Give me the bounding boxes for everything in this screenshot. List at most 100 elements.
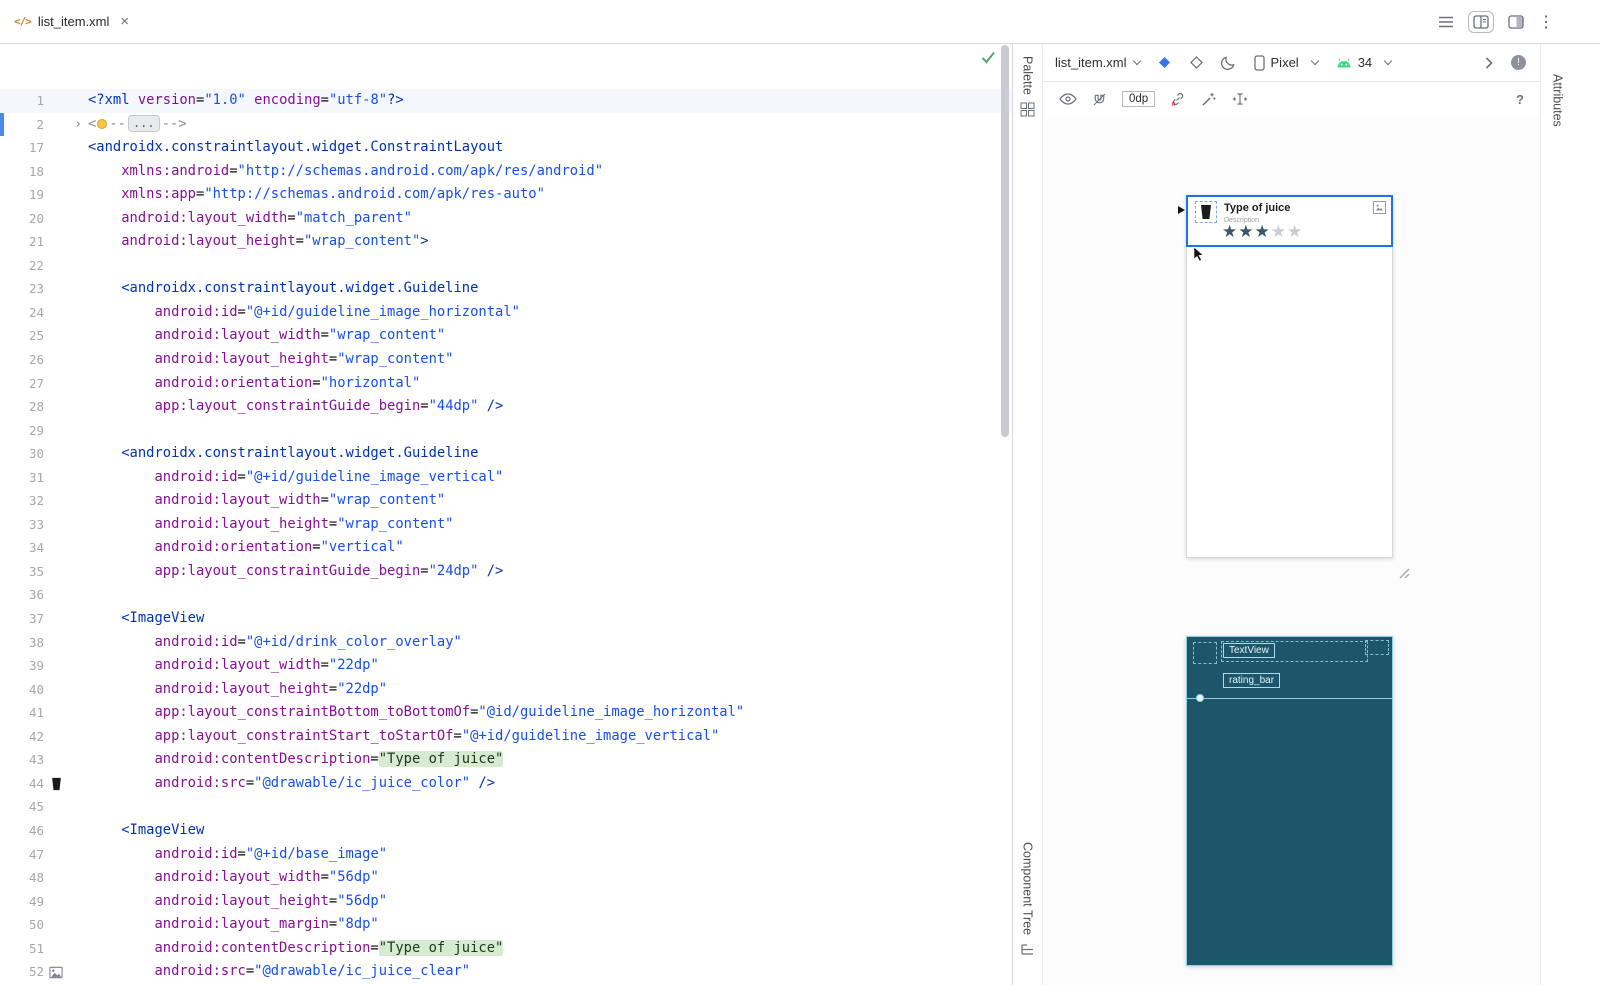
- code-line-49[interactable]: 49 android:layout_height="56dp": [0, 890, 1012, 914]
- code-line-38[interactable]: 38 android:id="@+id/drink_color_overlay": [0, 631, 1012, 655]
- device-selector[interactable]: Pixel: [1254, 55, 1318, 71]
- code-line-30[interactable]: 30 <androidx.constraintlayout.widget.Gui…: [0, 442, 1012, 466]
- design-surface-icon[interactable]: [1156, 54, 1173, 71]
- code-line-52[interactable]: 52 android:src="@drawable/ic_juice_clear…: [0, 960, 1012, 984]
- code-line-50[interactable]: 50 android:layout_margin="8dp": [0, 913, 1012, 937]
- image-preview-gutter-icon[interactable]: [44, 960, 68, 984]
- folded-region-pill[interactable]: ...: [128, 115, 160, 132]
- code-line-44[interactable]: 44 android:src="@drawable/ic_juice_color…: [0, 772, 1012, 796]
- code-editor[interactable]: 1<?xml version="1.0" encoding="utf-8"?>2…: [0, 44, 1012, 985]
- code-line-1[interactable]: 1<?xml version="1.0" encoding="utf-8"?>: [0, 89, 1012, 113]
- code-line-2[interactable]: 2›<--...-->: [0, 113, 1012, 137]
- code-line-46[interactable]: 46 <ImageView: [0, 819, 1012, 843]
- gutter-space: [44, 607, 68, 631]
- code-line-48[interactable]: 48 android:layout_width="56dp": [0, 866, 1012, 890]
- code-line-31[interactable]: 31 android:id="@+id/guideline_image_vert…: [0, 466, 1012, 490]
- code-line-23[interactable]: 23 <androidx.constraintlayout.widget.Gui…: [0, 277, 1012, 301]
- code-line-37[interactable]: 37 <ImageView: [0, 607, 1012, 631]
- menu-icon[interactable]: [1438, 15, 1454, 29]
- blueprint-rating-bar-label[interactable]: rating_bar: [1223, 673, 1280, 688]
- help-icon[interactable]: ?: [1516, 92, 1524, 107]
- infer-constraints-wand-icon[interactable]: [1201, 91, 1217, 107]
- line-number: 44: [0, 772, 44, 796]
- fold-collapsed-icon[interactable]: ›: [68, 113, 88, 137]
- gutter-space: [44, 442, 68, 466]
- clear-constraints-icon[interactable]: [1170, 91, 1186, 107]
- fold-space: [68, 230, 88, 254]
- code-text: <androidx.constraintlayout.widget.Guidel…: [88, 442, 1012, 466]
- line-number: 45: [0, 795, 44, 819]
- code-line-24[interactable]: 24 android:id="@+id/guideline_image_hori…: [0, 301, 1012, 325]
- resize-handle[interactable]: [1395, 564, 1410, 584]
- juice-icon-selection-box[interactable]: [1195, 201, 1217, 223]
- code-line-17[interactable]: 17<androidx.constraintlayout.widget.Cons…: [0, 136, 1012, 160]
- design-view-icon[interactable]: [1508, 15, 1524, 29]
- design-file-name: list_item.xml: [1055, 55, 1127, 70]
- layout-preview-card[interactable]: Type of juice Description ★★★★★: [1186, 195, 1393, 558]
- code-line-35[interactable]: 35 app:layout_constraintGuide_begin="24d…: [0, 560, 1012, 584]
- code-text: android:src="@drawable/ic_juice_color" /…: [88, 772, 1012, 796]
- code-line-43[interactable]: 43 android:contentDescription="Type of j…: [0, 748, 1012, 772]
- design-canvas[interactable]: Type of juice Description ★★★★★: [1043, 116, 1540, 985]
- intention-bulb-icon[interactable]: [97, 119, 107, 129]
- code-line-36[interactable]: 36: [0, 583, 1012, 607]
- star-icon: ★: [1271, 222, 1287, 241]
- code-line-22[interactable]: 22: [0, 254, 1012, 278]
- issues-icon[interactable]: !: [1511, 55, 1526, 70]
- code-lines: 1<?xml version="1.0" encoding="utf-8"?>2…: [0, 89, 1012, 985]
- code-text: android:id="@+id/guideline_image_horizon…: [88, 301, 1012, 325]
- code-line-33[interactable]: 33 android:layout_height="wrap_content": [0, 513, 1012, 537]
- autoconnect-magnet-icon[interactable]: [1092, 92, 1107, 107]
- selected-component-overlay[interactable]: Type of juice Description ★★★★★: [1186, 195, 1393, 247]
- code-line-40[interactable]: 40 android:layout_height="22dp": [0, 678, 1012, 702]
- night-mode-icon[interactable]: [1220, 55, 1236, 71]
- code-line-18[interactable]: 18 xmlns:android="http://schemas.android…: [0, 160, 1012, 184]
- code-line-20[interactable]: 20 android:layout_width="match_parent": [0, 207, 1012, 231]
- chevron-right-icon[interactable]: [1485, 57, 1493, 69]
- code-line-45[interactable]: 45: [0, 795, 1012, 819]
- blueprint-preview[interactable]: TextView rating_bar: [1186, 636, 1393, 966]
- code-line-39[interactable]: 39 android:layout_width="22dp": [0, 654, 1012, 678]
- code-line-32[interactable]: 32 android:layout_width="wrap_content": [0, 489, 1012, 513]
- code-line-51[interactable]: 51 android:contentDescription="Type of j…: [0, 937, 1012, 961]
- code-line-28[interactable]: 28 app:layout_constraintGuide_begin="44d…: [0, 395, 1012, 419]
- design-file-selector[interactable]: list_item.xml: [1055, 55, 1140, 70]
- palette-tool-button[interactable]: Palette: [1013, 56, 1042, 117]
- juice-preview-gutter-icon[interactable]: [44, 772, 68, 796]
- code-line-19[interactable]: 19 xmlns:app="http://schemas.android.com…: [0, 183, 1012, 207]
- guideline-ibeam-icon[interactable]: [1232, 92, 1248, 106]
- gutter-space: [44, 348, 68, 372]
- inspection-ok-icon[interactable]: [981, 51, 996, 69]
- line-number: 31: [0, 466, 44, 490]
- code-line-29[interactable]: 29: [0, 419, 1012, 443]
- star-icon: ★: [1255, 222, 1271, 241]
- component-tree-tool-button[interactable]: Component Tree: [1013, 842, 1042, 957]
- view-options-eye-icon[interactable]: [1059, 93, 1077, 105]
- tab-list-item-xml[interactable]: </> list_item.xml ×: [0, 0, 141, 43]
- blueprint-textview-label[interactable]: TextView: [1223, 643, 1275, 658]
- code-line-27[interactable]: 27 android:orientation="horizontal": [0, 372, 1012, 396]
- api-level-selector[interactable]: 34: [1336, 55, 1391, 70]
- code-line-34[interactable]: 34 android:orientation="vertical": [0, 536, 1012, 560]
- blueprint-surface-icon[interactable]: [1188, 54, 1205, 71]
- code-line-26[interactable]: 26 android:layout_height="wrap_content": [0, 348, 1012, 372]
- api-level: 34: [1358, 55, 1372, 70]
- code-line-21[interactable]: 21 android:layout_height="wrap_content">: [0, 230, 1012, 254]
- code-line-41[interactable]: 41 app:layout_constraintBottom_toBottomO…: [0, 701, 1012, 725]
- gutter-space: [44, 536, 68, 560]
- code-text: xmlns:app="http://schemas.android.com/ap…: [88, 183, 1012, 207]
- close-tab-icon[interactable]: ×: [120, 14, 129, 29]
- editor-scrollbar[interactable]: [1001, 45, 1009, 437]
- code-text: [88, 795, 1012, 819]
- design-surface-area: list_item.xml Pixel: [1043, 44, 1540, 985]
- split-view-icon[interactable]: [1468, 11, 1494, 33]
- attributes-tool-button[interactable]: Attributes: [1543, 74, 1572, 127]
- code-line-47[interactable]: 47 android:id="@+id/base_image": [0, 843, 1012, 867]
- gutter-space: [44, 207, 68, 231]
- more-options-icon[interactable]: ⋮: [1538, 12, 1554, 32]
- blueprint-separator-line: [1187, 698, 1392, 699]
- default-margin-selector[interactable]: 0dp: [1122, 91, 1155, 107]
- code-line-42[interactable]: 42 app:layout_constraintStart_toStartOf=…: [0, 725, 1012, 749]
- code-line-25[interactable]: 25 android:layout_width="wrap_content": [0, 324, 1012, 348]
- code-text: [88, 254, 1012, 278]
